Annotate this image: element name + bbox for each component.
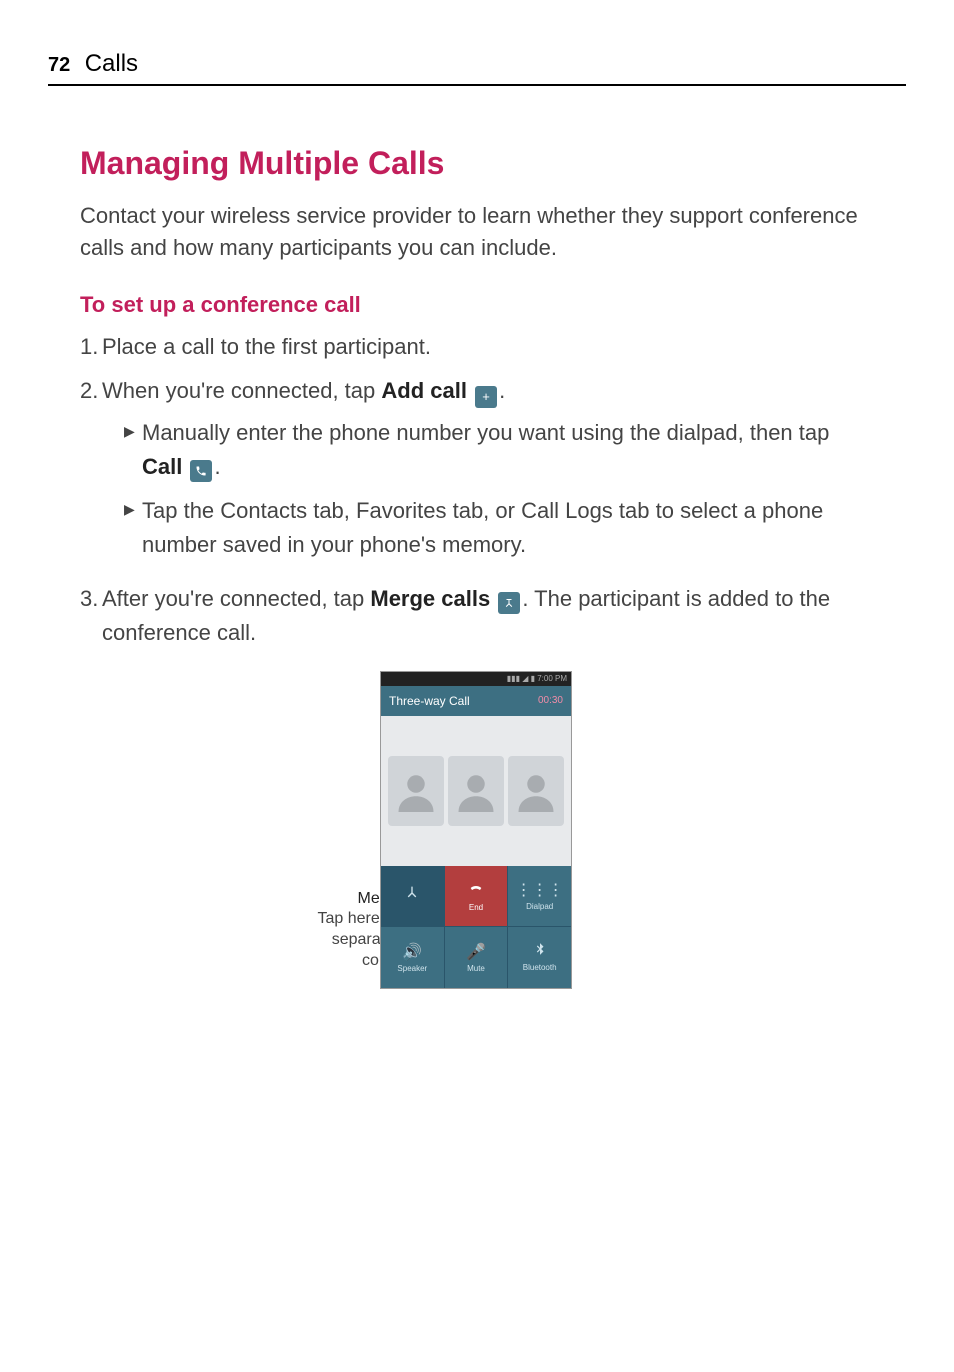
text-fragment: Manually enter the phone number you want… <box>142 420 829 445</box>
mute-button[interactable]: 🎤 Mute <box>445 927 508 988</box>
steps-list: 1. Place a call to the first participant… <box>80 330 874 651</box>
phone-mock: ▮▮▮ ◢ ▮ 7:00 PM Three-way Call 00:30 End <box>380 671 572 989</box>
page-header: 72 Calls <box>48 50 906 86</box>
step-number: 2. <box>80 374 102 572</box>
end-call-icon <box>468 880 484 901</box>
button-label: Dialpad <box>526 902 553 911</box>
avatar <box>388 756 444 826</box>
page-content: Managing Multiple Calls Contact your wir… <box>80 145 874 1011</box>
speaker-icon: 🔊 <box>402 942 422 962</box>
strong-label-merge-calls: Merge calls <box>370 586 490 611</box>
end-button[interactable]: End <box>445 866 508 927</box>
sub-bullet-1: ▶ Manually enter the phone number you wa… <box>124 416 874 484</box>
merge-icon <box>404 884 420 905</box>
text-fragment <box>182 454 188 479</box>
button-label: Bluetooth <box>523 963 557 972</box>
strong-label-add-call: Add call <box>381 378 467 403</box>
mute-icon: 🎤 <box>466 942 486 962</box>
text-fragment <box>490 586 496 611</box>
page-title: Managing Multiple Calls <box>80 145 874 182</box>
dialpad-button[interactable]: ⋮⋮⋮ Dialpad <box>508 866 571 927</box>
strong-label-call: Call <box>142 454 182 479</box>
triangle-icon: ▶ <box>124 416 142 484</box>
plus-icon: + <box>475 386 497 408</box>
triangle-icon: ▶ <box>124 494 142 562</box>
text-fragment <box>467 378 473 403</box>
button-grid: End ⋮⋮⋮ Dialpad 🔊 Speaker 🎤 Mute Bluetoo… <box>381 866 571 988</box>
status-time: 7:00 PM <box>537 674 567 683</box>
bullet-body: Manually enter the phone number you want… <box>142 416 874 484</box>
bullet-body: Tap the Contacts tab, Favorites tab, or … <box>142 494 874 562</box>
button-label: Mute <box>467 964 485 973</box>
dialpad-icon: ⋮⋮⋮ <box>516 880 564 900</box>
button-label: End <box>469 903 483 912</box>
text-fragment: . <box>214 454 220 479</box>
sub-bullet-2: ▶ Tap the Contacts tab, Favorites tab, o… <box>124 494 874 562</box>
signal-icon: ▮▮▮ ◢ ▮ <box>507 674 537 683</box>
text-fragment: After you're connected, tap <box>102 586 370 611</box>
text-fragment: When you're connected, tap <box>102 378 381 403</box>
phone-icon <box>190 460 212 482</box>
step-1: 1. Place a call to the first participant… <box>80 330 874 364</box>
bluetooth-icon <box>533 942 547 961</box>
merge-button[interactable] <box>381 866 444 927</box>
avatar <box>508 756 564 826</box>
figure: Merge calls Icon Tap here to merge the s… <box>80 671 874 1011</box>
sub-heading: To set up a conference call <box>80 292 874 318</box>
speaker-button[interactable]: 🔊 Speaker <box>381 927 444 988</box>
text-fragment: . <box>499 378 505 403</box>
step-body: After you're connected, tap Merge calls … <box>102 582 874 650</box>
step-3: 3. After you're connected, tap Merge cal… <box>80 582 874 650</box>
step-body: When you're connected, tap Add call +. ▶… <box>102 374 874 572</box>
intro-paragraph: Contact your wireless service provider t… <box>80 200 874 264</box>
bluetooth-button[interactable]: Bluetooth <box>508 927 571 988</box>
avatar <box>448 756 504 826</box>
page-number: 72 <box>48 54 70 77</box>
step-number: 1. <box>80 330 102 364</box>
step-number: 3. <box>80 582 102 650</box>
avatar-row <box>381 716 571 866</box>
sub-bullets: ▶ Manually enter the phone number you wa… <box>102 416 874 562</box>
merge-icon <box>498 592 520 614</box>
call-header: Three-way Call 00:30 <box>381 686 571 716</box>
section-name: Calls <box>85 50 138 78</box>
button-label: Speaker <box>397 964 427 973</box>
call-title: Three-way Call <box>389 694 470 708</box>
step-body: Place a call to the first participant. <box>102 330 874 364</box>
status-bar: ▮▮▮ ◢ ▮ 7:00 PM <box>381 672 571 686</box>
call-timer: 00:30 <box>538 695 563 706</box>
step-2: 2. When you're connected, tap Add call +… <box>80 374 874 572</box>
